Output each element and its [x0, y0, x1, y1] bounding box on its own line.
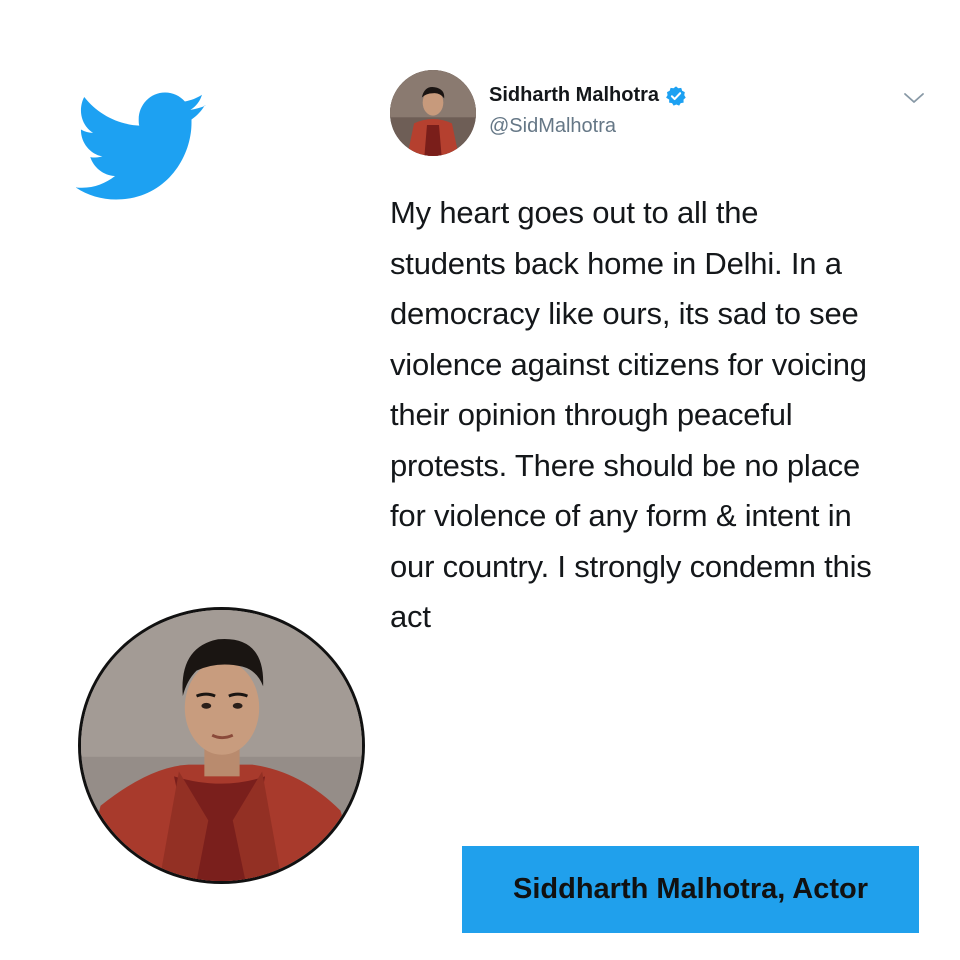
verified-badge-icon: [666, 85, 686, 106]
caption-text: Siddharth Malhotra, Actor: [513, 873, 868, 905]
tweet-text: My heart goes out to all the students ba…: [390, 195, 872, 634]
portrait-photo: [78, 607, 365, 884]
avatar[interactable]: [390, 70, 476, 156]
display-name[interactable]: Sidharth Malhotra: [489, 84, 659, 107]
user-handle[interactable]: @SidMalhotra: [489, 115, 616, 138]
author-name-row[interactable]: Sidharth Malhotra: [489, 84, 687, 107]
caption-banner: Siddharth Malhotra, Actor: [462, 846, 919, 933]
chevron-down-icon[interactable]: [902, 88, 926, 108]
twitter-bird-icon: [76, 92, 208, 204]
